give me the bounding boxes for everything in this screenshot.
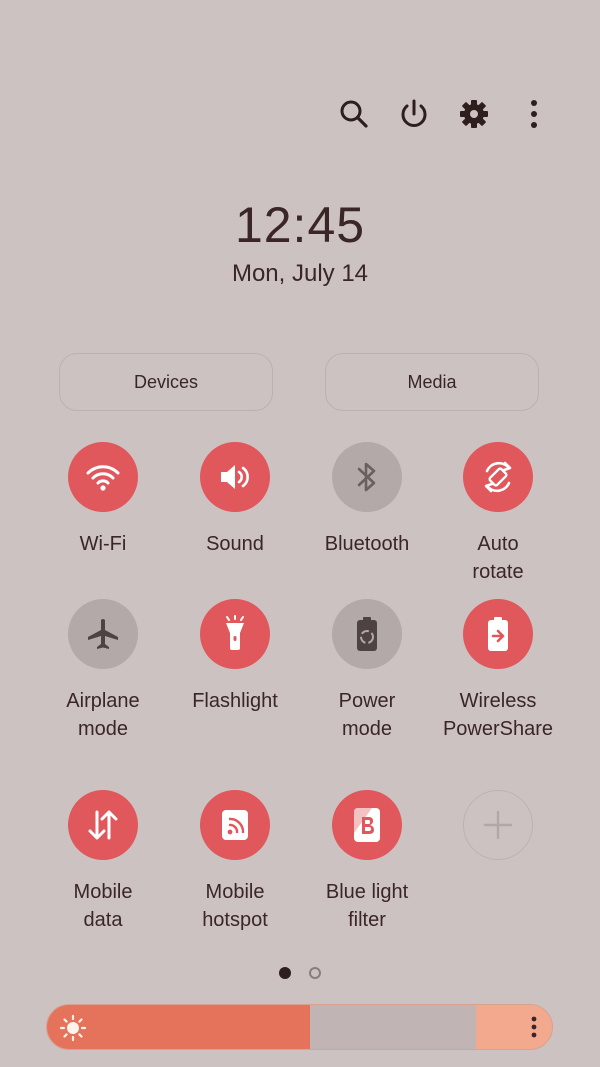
bluetooth-icon[interactable] (332, 442, 402, 512)
top-actions (324, 92, 564, 136)
tile-label: Sound (206, 533, 264, 555)
tile-wireless-powershare[interactable]: Wireless PowerShare (432, 599, 564, 743)
tile-label: Auto rotate (472, 533, 524, 583)
tile-auto-rotate[interactable]: Auto rotate (432, 442, 564, 586)
tile-label: Mobile data (73, 881, 133, 931)
tile-airplane-mode[interactable]: Airplane mode (37, 599, 169, 743)
tile-mobile-data[interactable]: Mobile data (37, 790, 169, 934)
page-dot-active[interactable] (279, 967, 291, 979)
mobile-data-icon[interactable] (68, 790, 138, 860)
clock-date: Mon, July 14 (231, 260, 369, 287)
airplane-icon[interactable] (68, 599, 138, 669)
search-icon[interactable] (324, 92, 384, 136)
power-mode-icon[interactable] (332, 599, 402, 669)
tile-power-mode[interactable]: Power mode (301, 599, 433, 743)
add-icon[interactable] (463, 790, 533, 860)
brightness-extra (476, 1005, 552, 1049)
wifi-icon[interactable] (68, 442, 138, 512)
tile-label: Wireless PowerShare (442, 690, 554, 740)
tile-label: Flashlight (192, 690, 278, 712)
media-button[interactable]: Media (325, 353, 539, 411)
wireless-powershare-icon[interactable] (463, 599, 533, 669)
more-vert-icon[interactable] (504, 92, 564, 136)
tile-flashlight[interactable]: Flashlight (169, 599, 301, 715)
tile-label: Bluetooth (324, 533, 410, 555)
tile-label: Blue light filter (325, 881, 409, 931)
brightness-slider[interactable] (46, 1004, 553, 1050)
tile-bluetooth[interactable]: Bluetooth (301, 442, 433, 558)
tile-label: Mobile hotspot (202, 881, 268, 931)
power-icon[interactable] (384, 92, 444, 136)
tile-sound[interactable]: Sound (169, 442, 301, 558)
tile-label: Wi-Fi (79, 533, 127, 555)
sound-icon[interactable] (200, 442, 270, 512)
clock-time: 12:45 (234, 197, 366, 253)
page-indicator (0, 967, 600, 979)
blue-light-filter-icon[interactable] (332, 790, 402, 860)
tile-label: Power mode (338, 690, 396, 740)
hotspot-icon[interactable] (200, 790, 270, 860)
settings-icon[interactable] (444, 92, 504, 136)
sun-icon (59, 1014, 87, 1047)
tile-add[interactable] (432, 790, 564, 860)
page-dot[interactable] (309, 967, 321, 979)
brightness-more-icon[interactable] (530, 1015, 538, 1044)
tile-mobile-hotspot[interactable]: Mobile hotspot (169, 790, 301, 934)
tile-wifi[interactable]: Wi-Fi (37, 442, 169, 558)
tile-blue-light-filter[interactable]: Blue light filter (301, 790, 433, 934)
devices-button[interactable]: Devices (59, 353, 273, 411)
flashlight-icon[interactable] (200, 599, 270, 669)
auto-rotate-icon[interactable] (463, 442, 533, 512)
tile-label: Airplane mode (66, 690, 140, 740)
